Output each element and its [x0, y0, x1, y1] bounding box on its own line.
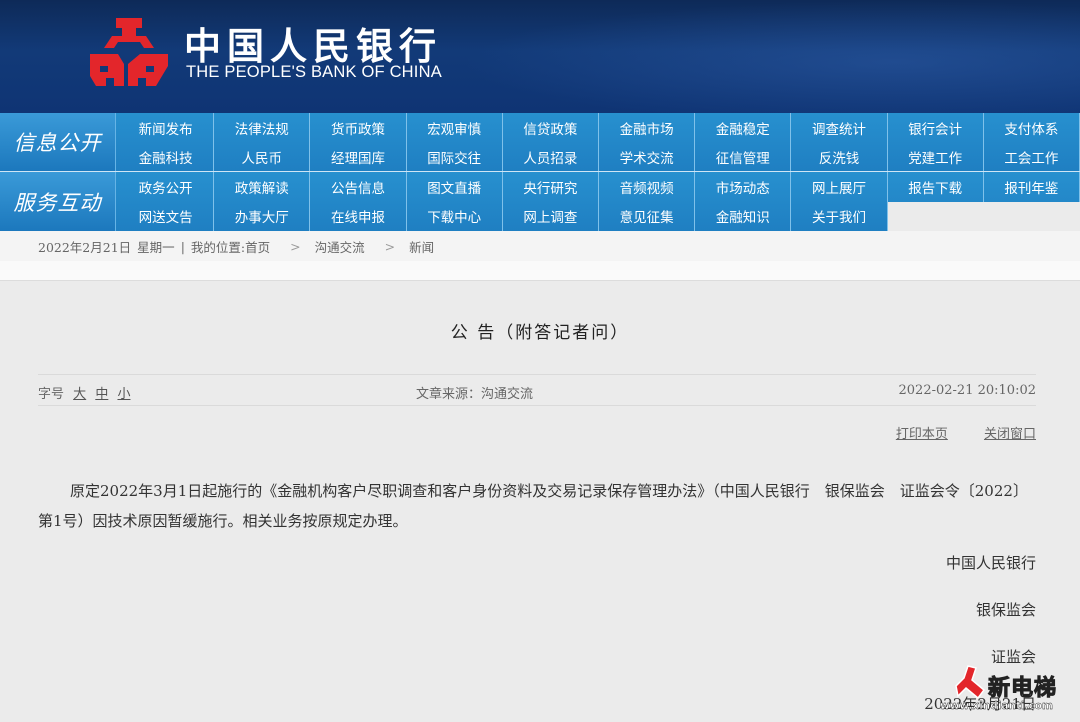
nav-item[interactable]: 党建工作: [888, 142, 984, 171]
brand-name-en: THE PEOPLE'S BANK OF CHINA: [186, 63, 442, 81]
font-size-switcher: 字号 大 中 小: [38, 383, 130, 402]
article-datetime: 2022-02-21 20:10:02: [898, 383, 1036, 398]
article-source: 文章来源：沟通交流: [416, 387, 534, 402]
nav-item[interactable]: 人民币: [214, 142, 311, 171]
nav-item[interactable]: 金融科技: [118, 142, 215, 171]
nav-item[interactable]: 网上调查: [503, 201, 599, 231]
breadcrumb-news-link[interactable]: 新闻: [409, 237, 434, 256]
article-meta: 字号 大 中 小 文章来源：沟通交流 2022-02-21 20:10:02: [38, 374, 1036, 406]
signature-pboc: 中国人民银行: [945, 554, 1036, 572]
nav-item[interactable]: 金融稳定: [695, 113, 792, 142]
site-banner: 中国人民银行 THE PEOPLE'S BANK OF CHINA: [0, 0, 1080, 113]
nav-item[interactable]: 网上展厅: [791, 172, 888, 202]
current-date: 2022年2月21日: [38, 239, 132, 255]
nav-item[interactable]: 办事大厅: [214, 201, 311, 231]
nav-item[interactable]: 支付体系: [984, 113, 1080, 142]
divider: |: [180, 238, 185, 254]
article-title: 公 告（附答记者问）: [450, 323, 630, 343]
breadcrumb: 2022年2月21日 星期一 | 我的位置: 首页 > 沟通交流 > 新闻: [0, 231, 1080, 261]
nav-section-title: 信息公开: [0, 113, 116, 171]
nav-item[interactable]: 征信管理: [695, 142, 792, 171]
nav-item[interactable]: 市场动态: [695, 172, 792, 202]
nav-service-grid: 政务公开 政策解读 公告信息 图文直播 央行研究 音频视频 市场动态 网上展厅 报告下载 报刊年鉴…: [118, 172, 1080, 231]
nav-item[interactable]: 音频视频: [599, 172, 696, 202]
font-medium-link[interactable]: 中: [95, 387, 108, 402]
breadcrumb-home-link[interactable]: 首页: [245, 237, 270, 256]
nav-item[interactable]: 下载中心: [407, 201, 503, 231]
watermark-text: 新电梯: [987, 676, 1058, 702]
nav-item[interactable]: 经理国库: [310, 142, 407, 171]
nav-item[interactable]: 公告信息: [310, 172, 407, 202]
nav-item[interactable]: 新闻发布: [118, 113, 215, 142]
nav-item[interactable]: 反洗钱: [791, 142, 888, 171]
nav-item[interactable]: 调查统计: [791, 113, 888, 142]
nav-item[interactable]: 法律法规: [214, 113, 311, 142]
watermark: 新电梯 www.xindianti.com: [930, 664, 1080, 722]
nav-item[interactable]: 银行会计: [888, 113, 984, 142]
nav-item[interactable]: 报告下载: [888, 172, 984, 202]
signature-cbirc: 银保监会: [975, 601, 1036, 619]
nav-item[interactable]: 图文直播: [407, 172, 503, 202]
print-page-link[interactable]: 打印本页: [896, 427, 948, 442]
watermark-logo-icon: [955, 665, 986, 700]
nav-item[interactable]: 金融知识: [695, 201, 792, 231]
nav-item[interactable]: 意见征集: [599, 201, 696, 231]
watermark-url: www.xindianti.com: [940, 700, 1053, 712]
nav-item[interactable]: 工会工作: [984, 142, 1080, 171]
nav-item[interactable]: 学术交流: [599, 142, 696, 171]
close-window-link[interactable]: 关闭窗口: [984, 427, 1036, 442]
article-tools: 打印本页 关闭窗口: [864, 423, 1036, 442]
brand-name-cn: 中国人民银行: [184, 24, 442, 68]
nav-item[interactable]: 报刊年鉴: [984, 172, 1080, 202]
pboc-logo-icon[interactable]: [86, 14, 172, 90]
nav-item[interactable]: 政策解读: [214, 172, 311, 202]
current-weekday: 星期一: [137, 239, 175, 255]
nav-empty-cell: [983, 201, 1080, 231]
nav-info-grid: 新闻发布 法律法规 货币政策 宏观审慎 信贷政策 金融市场 金融稳定 调查统计 银行会计 支付体系…: [118, 113, 1080, 171]
content-top-strip: [0, 261, 1080, 281]
font-size-label: 字号: [38, 387, 65, 402]
nav-info-disclosure: 信息公开 新闻发布 法律法规 货币政策 宏观审慎 信贷政策 金融市场 金融稳定 调查统计 银行会…: [0, 113, 1080, 171]
article-body: 原定2022年3月1日起施行的《金融机构客户尽职调查和客户身份资料及交易记录保存…: [38, 482, 1028, 530]
nav-item[interactable]: 宏观审慎: [407, 113, 503, 142]
breadcrumb-communication-link[interactable]: 沟通交流: [315, 237, 365, 256]
nav-section-title: 服务互动: [0, 172, 116, 231]
nav-item[interactable]: 央行研究: [503, 172, 599, 202]
breadcrumb-separator: >: [384, 238, 396, 254]
nav-item[interactable]: 信贷政策: [503, 113, 599, 142]
breadcrumb-separator: >: [290, 238, 301, 254]
nav-item[interactable]: 政务公开: [118, 172, 215, 202]
nav-empty-cell: [887, 201, 984, 231]
nav-item[interactable]: 关于我们: [791, 201, 888, 231]
nav-item[interactable]: 在线申报: [310, 201, 407, 231]
nav-item[interactable]: 国际交往: [407, 142, 503, 171]
nav-service-interaction: 服务互动 政务公开 政策解读 公告信息 图文直播 央行研究 音频视频 市场动态 网上展厅 报告下…: [0, 172, 1080, 231]
nav-item[interactable]: 网送文告: [118, 201, 215, 231]
font-large-link[interactable]: 大: [73, 387, 86, 402]
font-small-link[interactable]: 小: [117, 387, 130, 402]
nav-item[interactable]: 货币政策: [310, 113, 407, 142]
nav-item[interactable]: 人员招录: [503, 142, 599, 171]
location-label: 我的位置:: [190, 239, 246, 255]
nav-item[interactable]: 金融市场: [599, 113, 696, 142]
banner-glow: [460, 0, 1080, 113]
